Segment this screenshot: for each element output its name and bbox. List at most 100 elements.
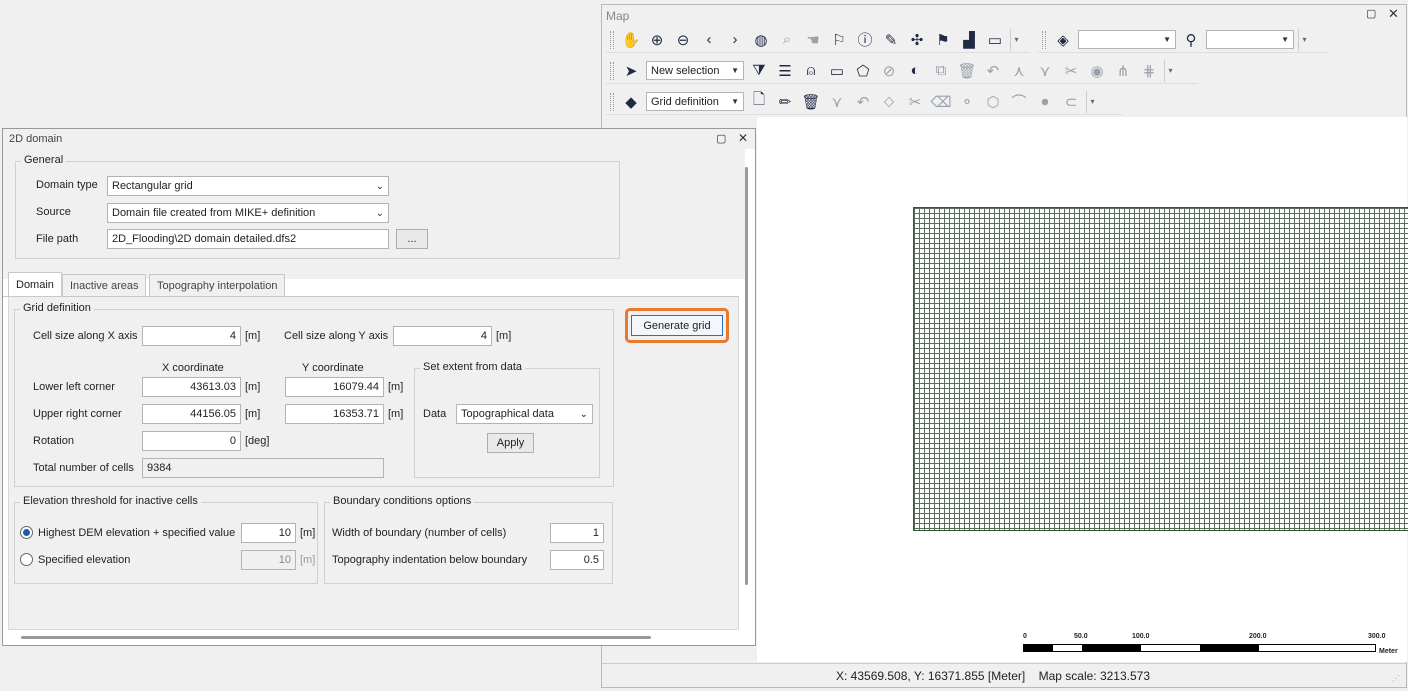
edit-attributes-icon[interactable]: ✎: [880, 29, 902, 51]
toolbar-overflow-icon[interactable]: ▾: [1086, 90, 1098, 113]
toolbar-overflow-icon[interactable]: ▾: [1010, 28, 1022, 51]
maximize-icon[interactable]: ▢: [716, 132, 726, 145]
browse-button[interactable]: ...: [396, 229, 428, 249]
toolbar-overflow-icon[interactable]: ▾: [1298, 28, 1310, 51]
resize-grip-icon[interactable]: ⋰: [1392, 674, 1400, 683]
file-path-label: File path: [36, 233, 79, 245]
rectangle-select-icon[interactable]: ▭: [826, 60, 848, 82]
list-icon[interactable]: ☰: [774, 60, 796, 82]
layer-combo[interactable]: ▼: [1078, 30, 1176, 49]
undo-edit-icon[interactable]: ↶: [852, 91, 874, 113]
source-select[interactable]: Domain file created from MIKE+ definitio…: [107, 203, 389, 223]
delete-icon[interactable]: 🗑: [956, 60, 978, 82]
search-icon[interactable]: ⚲: [1180, 29, 1202, 51]
upper-right-y-input[interactable]: 16353.71: [285, 404, 384, 424]
lower-left-x-input[interactable]: 43613.03: [142, 377, 241, 397]
mouse-icon[interactable]: ⍝: [800, 60, 822, 82]
indentation-input[interactable]: 0.5: [550, 550, 604, 570]
node-add-icon[interactable]: ⬡: [982, 91, 1004, 113]
dots-icon[interactable]: ⦁: [1034, 91, 1056, 113]
generate-grid-button[interactable]: Generate grid: [631, 315, 723, 336]
apply-button[interactable]: Apply: [487, 433, 534, 453]
select-pointer-icon[interactable]: ➤: [620, 60, 642, 82]
horizontal-scrollbar[interactable]: [21, 636, 651, 639]
pan-select-icon[interactable]: ☚: [802, 29, 824, 51]
file-path-input[interactable]: 2D_Flooding\2D domain detailed.dfs2: [107, 229, 389, 249]
globe-icon[interactable]: ◍: [750, 29, 772, 51]
scale-unit: Meter: [1379, 648, 1398, 655]
domain-grid: [913, 207, 1408, 531]
split-icon[interactable]: ⋎: [1034, 60, 1056, 82]
toggle-icon[interactable]: ◉: [1086, 60, 1108, 82]
new-feature-icon[interactable]: 🗋: [748, 91, 770, 113]
chart-icon[interactable]: ▟: [958, 29, 980, 51]
cell-size-x-input[interactable]: 4: [142, 326, 241, 346]
toolbar-grip[interactable]: [610, 61, 614, 80]
extent-data-select[interactable]: Topographical data ⌄: [456, 404, 593, 424]
lower-left-y-input[interactable]: 16079.44: [285, 377, 384, 397]
pan-icon[interactable]: ✋: [620, 29, 642, 51]
tab-topography-interpolation[interactable]: Topography interpolation: [149, 274, 286, 296]
flag-icon[interactable]: ⚑: [932, 29, 954, 51]
polygon-select-icon[interactable]: ⬠: [852, 60, 874, 82]
cell-size-y-input[interactable]: 4: [393, 326, 492, 346]
filter-select-icon[interactable]: ⧩: [748, 60, 770, 82]
scale-label-50: 50.0: [1074, 633, 1088, 640]
highest-dem-radio[interactable]: [20, 526, 33, 539]
boundary-width-input[interactable]: 1: [550, 523, 604, 543]
invert-selection-icon[interactable]: ◐: [904, 60, 926, 82]
zoom-out-icon[interactable]: ⊖: [672, 29, 694, 51]
specified-elevation-radio[interactable]: [20, 553, 33, 566]
undo-icon[interactable]: ↶: [982, 60, 1004, 82]
selection-mode-select[interactable]: New selection ▼: [646, 61, 744, 80]
vertex-icon[interactable]: ⬦: [878, 91, 900, 113]
highest-dem-value[interactable]: 10: [241, 523, 296, 543]
domain-type-select[interactable]: Rectangular grid ⌄: [107, 176, 389, 196]
toolbar-grip[interactable]: [610, 30, 614, 49]
zoom-in-icon[interactable]: ⊕: [646, 29, 668, 51]
measure-icon[interactable]: ▭: [984, 29, 1006, 51]
extent-legend: Set extent from data: [420, 361, 526, 373]
cut-icon[interactable]: ✂: [1060, 60, 1082, 82]
rotation-label: Rotation: [33, 435, 74, 447]
network-icon[interactable]: ✣: [906, 29, 928, 51]
forward-icon[interactable]: ›: [724, 29, 746, 51]
link-icon[interactable]: ⚬: [956, 91, 978, 113]
map-canvas[interactable]: 0 50.0 100.0 200.0 300.0 Meter: [757, 117, 1408, 662]
elevation-legend: Elevation threshold for inactive cells: [20, 495, 201, 507]
layers-icon[interactable]: ◈: [1052, 29, 1074, 51]
upper-right-x-input[interactable]: 44156.05: [142, 404, 241, 424]
clear-selection-icon[interactable]: ⚐: [828, 29, 850, 51]
zoom-extent-icon[interactable]: ⌕: [776, 29, 798, 51]
toolbar-grip[interactable]: [1042, 30, 1046, 49]
close-icon[interactable]: ✕: [738, 131, 748, 145]
toolbar-grip[interactable]: [610, 92, 614, 111]
scale-label-100: 100.0: [1132, 633, 1150, 640]
scissors-icon[interactable]: ✂: [904, 91, 926, 113]
edit-target-select[interactable]: Grid definition ▼: [646, 92, 744, 111]
vertical-scrollbar[interactable]: [745, 167, 748, 585]
arc-icon[interactable]: ⌒: [1008, 91, 1030, 113]
layers-stack-icon[interactable]: ◆: [620, 91, 642, 113]
rotation-input[interactable]: 0: [142, 431, 241, 451]
tab-domain[interactable]: Domain: [8, 272, 62, 296]
scale-label-0: 0: [1023, 633, 1027, 640]
edit-pencil-icon[interactable]: ✏: [774, 91, 796, 113]
reshape-icon[interactable]: ⋎: [826, 91, 848, 113]
toolbar-overflow-icon[interactable]: ▾: [1164, 59, 1176, 82]
maximize-icon[interactable]: ▢: [1366, 7, 1376, 20]
delete-feature-icon[interactable]: 🗑: [800, 91, 822, 113]
merge-icon[interactable]: ⋏: [1008, 60, 1030, 82]
branch-icon[interactable]: ⋕: [1138, 60, 1160, 82]
dialog-titlebar[interactable]: 2D domain ▢ ✕: [3, 129, 755, 149]
switch-icon[interactable]: ⊂: [1060, 91, 1082, 113]
back-icon[interactable]: ‹: [698, 29, 720, 51]
deselect-icon[interactable]: ⊘: [878, 60, 900, 82]
search-combo[interactable]: ▼: [1206, 30, 1294, 49]
info-icon[interactable]: ⓘ: [854, 29, 876, 51]
copy-icon[interactable]: ⧉: [930, 60, 952, 82]
tab-inactive-areas[interactable]: Inactive areas: [62, 274, 147, 296]
close-icon[interactable]: ✕: [1388, 6, 1399, 22]
eraser-icon[interactable]: ⌫: [930, 91, 952, 113]
node-icon[interactable]: ⋔: [1112, 60, 1134, 82]
